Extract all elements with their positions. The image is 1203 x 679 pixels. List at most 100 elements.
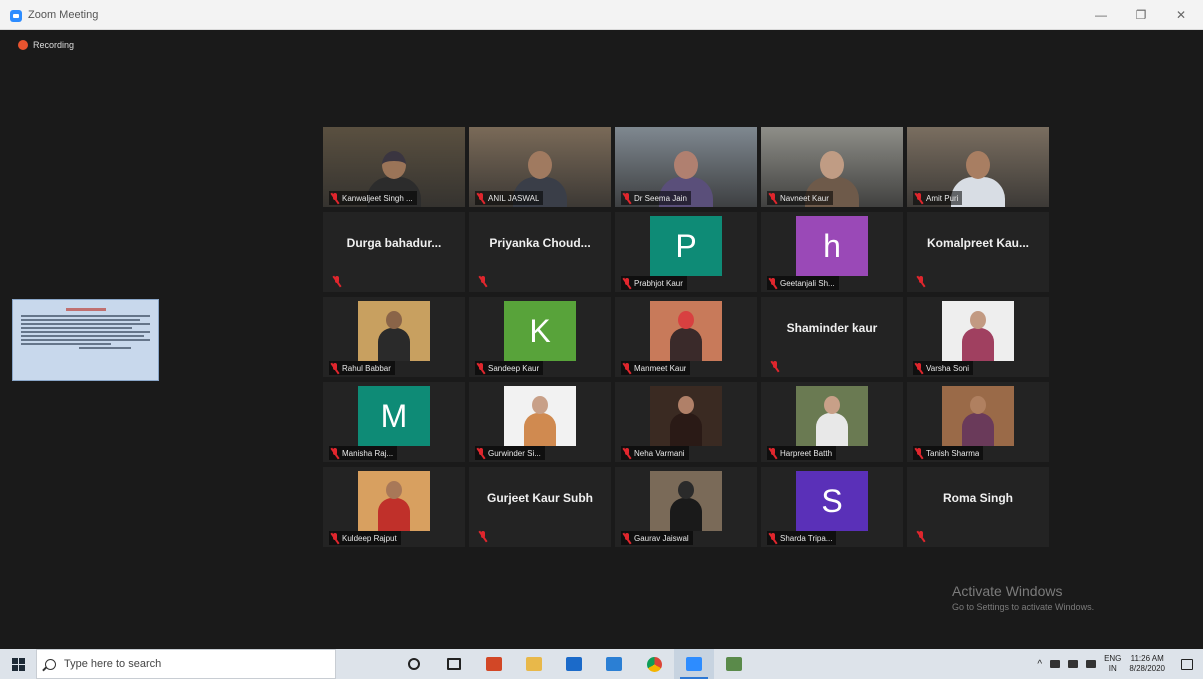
participant-tile[interactable]: Durga bahadur... — [323, 212, 465, 292]
zoom-taskbar-button[interactable] — [674, 649, 714, 679]
close-button[interactable]: ✕ — [1168, 6, 1194, 24]
restore-button[interactable]: ❐ — [1128, 6, 1154, 24]
participant-name: Dr Seema Jain — [634, 193, 687, 203]
participant-nametag: Rahul Babbar — [329, 361, 395, 375]
task-view-taskbar-button[interactable] — [434, 649, 474, 679]
participant-name: Gurjeet Kaur Subh — [486, 491, 593, 505]
meeting-view: Recording Kanwaljeet Singh ... ANIL JASWA… — [0, 30, 1203, 649]
muted-mic-icon — [622, 532, 632, 544]
participant-tile[interactable]: K Sandeep Kaur — [469, 297, 611, 377]
participant-tile[interactable]: Kuldeep Rajput — [323, 467, 465, 547]
participant-nametag: Manmeet Kaur — [621, 361, 691, 375]
participant-tile[interactable]: M Manisha Raj... — [323, 382, 465, 462]
participant-name: Geetanjali Sh... — [780, 278, 835, 288]
muted-mic-icon — [622, 192, 632, 204]
profile-picture — [358, 301, 430, 361]
profile-picture — [650, 301, 722, 361]
participant-tile[interactable]: Dr Seema Jain — [615, 127, 757, 207]
participant-tile[interactable]: Varsha Soni — [907, 297, 1049, 377]
participant-name: Shaminder kaur — [786, 321, 878, 335]
paint-taskbar-button[interactable] — [714, 649, 754, 679]
zoom-icon — [686, 657, 702, 671]
participant-tile[interactable]: Gurjeet Kaur Subh — [469, 467, 611, 547]
participant-tile[interactable]: P Prabhjot Kaur — [615, 212, 757, 292]
participant-name: Sandeep Kaur — [488, 363, 540, 373]
chevron-up-icon[interactable]: ^ — [1037, 659, 1042, 670]
cortana-icon — [408, 658, 420, 670]
participant-tile[interactable]: Rahul Babbar — [323, 297, 465, 377]
participant-tile[interactable]: Shaminder kaur — [761, 297, 903, 377]
participant-nametag: Sharda Tripa... — [767, 531, 837, 545]
letter-avatar: M — [358, 386, 430, 446]
participant-tile[interactable]: Manmeet Kaur — [615, 297, 757, 377]
chrome-taskbar-button[interactable] — [634, 649, 674, 679]
participant-tile[interactable]: Harpreet Batth — [761, 382, 903, 462]
participant-tile[interactable]: Priyanka Choud... — [469, 212, 611, 292]
participant-nametag: Dr Seema Jain — [621, 191, 691, 205]
task-view-icon — [447, 658, 461, 670]
zoom-app-icon — [10, 10, 22, 22]
network-icon[interactable] — [1068, 660, 1079, 668]
letter-avatar: S — [796, 471, 868, 531]
participant-tile[interactable]: Neha Varmani — [615, 382, 757, 462]
muted-mic-icon — [330, 362, 340, 374]
clock-time: 11:26 AM — [1130, 654, 1164, 663]
store-icon — [606, 657, 622, 671]
taskbar-search[interactable]: Type here to search — [36, 649, 336, 679]
participant-nametag: Sandeep Kaur — [475, 361, 544, 375]
participant-name: Harpreet Batth — [780, 448, 833, 458]
store-taskbar-button[interactable] — [594, 649, 634, 679]
activate-windows-subtitle: Go to Settings to activate Windows. — [952, 602, 1095, 612]
participant-tile[interactable]: Gurwinder Si... — [469, 382, 611, 462]
system-tray: ^ ENG IN 11:26 AM 8/28/2020 — [1037, 649, 1203, 679]
file-explorer-taskbar-button[interactable] — [514, 649, 554, 679]
profile-picture — [358, 471, 430, 531]
recording-label: Recording — [33, 40, 75, 50]
participant-name: Durga bahadur... — [346, 236, 442, 250]
letter-avatar: h — [796, 216, 868, 276]
participant-tile[interactable]: h Geetanjali Sh... — [761, 212, 903, 292]
taskbar-apps — [394, 649, 754, 679]
muted-mic-icon — [622, 447, 632, 459]
shared-screen-thumbnail[interactable] — [12, 299, 159, 381]
participant-tile[interactable]: Gaurav Jaiswal — [615, 467, 757, 547]
muted-mic-icon — [916, 275, 926, 288]
mail-taskbar-button[interactable] — [554, 649, 594, 679]
participant-name: Kanwaljeet Singh ... — [342, 193, 413, 203]
muted-mic-icon — [330, 532, 340, 544]
notification-icon[interactable] — [1181, 658, 1193, 670]
clock[interactable]: 11:26 AM 8/28/2020 — [1129, 654, 1165, 674]
letter-avatar: K — [504, 301, 576, 361]
participant-name: Gurwinder Si... — [488, 448, 541, 458]
participant-tile[interactable]: S Sharda Tripa... — [761, 467, 903, 547]
participant-nametag: ANIL JASWAL — [475, 191, 544, 205]
title-bar: Zoom Meeting — ❐ ✕ — [0, 0, 1203, 30]
participant-tile[interactable]: Amit Puri — [907, 127, 1049, 207]
participant-nametag: Navneet Kaur — [767, 191, 833, 205]
battery-icon[interactable] — [1050, 660, 1061, 668]
cortana-taskbar-button[interactable] — [394, 649, 434, 679]
minimize-button[interactable]: — — [1088, 6, 1114, 24]
recording-indicator[interactable]: Recording — [18, 40, 74, 50]
muted-mic-icon — [330, 192, 340, 204]
search-icon — [45, 658, 56, 670]
clock-date: 8/28/2020 — [1129, 664, 1165, 673]
participant-nametag: Tanish Sharma — [913, 446, 984, 460]
office-taskbar-button[interactable] — [474, 649, 514, 679]
volume-icon[interactable] — [1086, 660, 1097, 668]
participant-nametag: Kuldeep Rajput — [329, 531, 401, 545]
participant-tile[interactable]: Roma Singh — [907, 467, 1049, 547]
participant-name: ANIL JASWAL — [488, 193, 540, 203]
participant-tile[interactable]: Kanwaljeet Singh ... — [323, 127, 465, 207]
start-button[interactable] — [0, 649, 36, 679]
language-indicator[interactable]: ENG IN — [1104, 654, 1121, 674]
windows-logo-icon — [11, 657, 25, 671]
participant-tile[interactable]: Tanish Sharma — [907, 382, 1049, 462]
profile-picture — [504, 386, 576, 446]
participant-name: Sharda Tripa... — [780, 533, 833, 543]
muted-mic-icon — [914, 447, 924, 459]
participant-nametag: Gaurav Jaiswal — [621, 531, 693, 545]
participant-tile[interactable]: ANIL JASWAL — [469, 127, 611, 207]
participant-tile[interactable]: Komalpreet Kau... — [907, 212, 1049, 292]
participant-tile[interactable]: Navneet Kaur — [761, 127, 903, 207]
